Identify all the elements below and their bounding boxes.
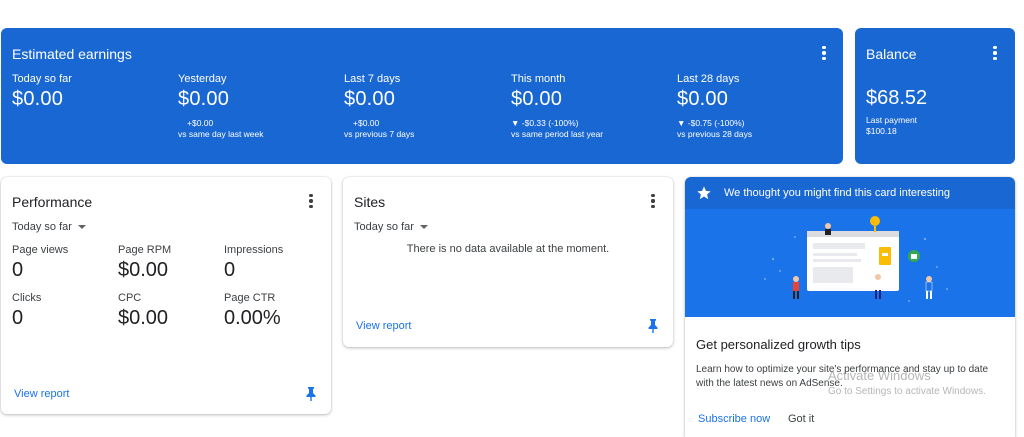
metric-label: Page views — [12, 244, 69, 256]
sites-more-icon[interactable] — [645, 193, 661, 209]
star-icon — [697, 186, 711, 200]
estimated-earnings-card: Estimated earnings Today so far $0.00 Ye… — [1, 28, 843, 164]
metric-compare: vs same period last year — [511, 129, 604, 139]
metric-value: 0 — [12, 259, 24, 281]
perf-metric-cpc: CPC $0.00 — [118, 292, 168, 330]
performance-view-report-link[interactable]: View report — [14, 388, 69, 400]
balance-more-icon[interactable] — [987, 45, 1003, 61]
perf-metric-page-rpm: Page RPM $0.00 — [118, 244, 171, 282]
tips-banner-text: We thought you might find this card inte… — [724, 187, 951, 199]
caret-down-icon — [77, 225, 86, 229]
metric-label: This month — [511, 73, 566, 85]
metric-label: CPC — [118, 292, 142, 304]
metric-change: ▼ -$0.75 (-100%) — [677, 118, 745, 128]
balance-value: $68.52 — [866, 87, 928, 109]
sites-card: Sites Today so far There is no data avai… — [343, 177, 673, 347]
last-payment-value: $100.18 — [866, 126, 897, 136]
range-label: Today so far — [12, 221, 72, 233]
metric-label: Yesterday — [178, 73, 227, 85]
metric-value: $0.00 — [677, 88, 729, 110]
perf-metric-page-ctr: Page CTR 0.00% — [224, 292, 281, 330]
earnings-title: Estimated earnings — [12, 46, 132, 62]
perf-metric-impressions: Impressions 0 — [224, 244, 283, 282]
metric-change: ▼ -$0.33 (-100%) — [511, 118, 579, 128]
metric-label: Clicks — [12, 292, 42, 304]
pin-icon[interactable] — [305, 387, 317, 401]
tips-body: Learn how to optimize your site's perfor… — [696, 364, 989, 389]
balance-title: Balance — [866, 46, 917, 62]
metric-compare: vs previous 28 days — [677, 129, 753, 139]
sites-view-report-link[interactable]: View report — [356, 320, 411, 332]
metric-value: $0.00 — [118, 259, 169, 281]
sites-title: Sites — [354, 194, 386, 210]
last-payment-label: Last payment — [866, 115, 918, 125]
earnings-more-icon[interactable] — [816, 45, 832, 61]
range-label: Today so far — [354, 221, 414, 233]
growth-tips-card: We thought you might find this card inte… — [685, 177, 1015, 437]
balance-card: Balance $68.52 Last payment $100.18 — [855, 28, 1015, 164]
growth-illustration — [685, 209, 1015, 317]
subscribe-now-button[interactable]: Subscribe now — [698, 413, 770, 425]
metric-value: $0.00 — [12, 88, 64, 110]
tips-banner: We thought you might find this card inte… — [685, 177, 1015, 209]
pin-icon[interactable] — [647, 319, 659, 333]
metric-change: +$0.00 — [353, 118, 380, 128]
metric-label: Today so far — [12, 73, 72, 85]
metric-change: +$0.00 — [187, 118, 214, 128]
performance-card: Performance Today so far Page views 0 Pa… — [1, 177, 331, 414]
sites-range-dropdown[interactable]: Today so far — [354, 221, 428, 233]
metric-label: Page RPM — [118, 244, 172, 256]
metric-value: 0 — [12, 307, 24, 329]
earnings-metric-today[interactable]: Today so far $0.00 — [12, 73, 72, 111]
metric-compare: vs previous 7 days — [344, 129, 415, 139]
metric-value: $0.00 — [118, 307, 169, 329]
metric-label: Impressions — [224, 244, 284, 256]
metric-label: Last 28 days — [677, 73, 740, 85]
earnings-metric-last-28-days[interactable]: Last 28 days $0.00 ▼ -$0.75 (-100%) vs p… — [677, 73, 752, 140]
performance-title: Performance — [12, 194, 93, 210]
perf-metric-clicks: Clicks 0 — [12, 292, 41, 330]
got-it-button[interactable]: Got it — [788, 413, 814, 425]
metric-value: 0 — [224, 259, 236, 281]
metric-compare: vs same day last week — [178, 129, 264, 139]
earnings-metric-last-7-days[interactable]: Last 7 days $0.00 +$0.00 vs previous 7 d… — [344, 73, 414, 140]
performance-range-dropdown[interactable]: Today so far — [12, 221, 86, 233]
metric-value: $0.00 — [344, 88, 396, 110]
earnings-metric-this-month[interactable]: This month $0.00 ▼ -$0.33 (-100%) vs sam… — [511, 73, 603, 140]
metric-label: Last 7 days — [344, 73, 401, 85]
caret-down-icon — [419, 225, 428, 229]
metric-value: $0.00 — [178, 88, 230, 110]
perf-metric-page-views: Page views 0 — [12, 244, 68, 282]
metric-value: $0.00 — [511, 88, 563, 110]
performance-more-icon[interactable] — [303, 193, 319, 209]
sites-empty-message: There is no data available at the moment… — [406, 243, 610, 255]
metric-value: 0.00% — [224, 307, 281, 329]
metric-label: Page CTR — [224, 292, 276, 304]
earnings-metric-yesterday[interactable]: Yesterday $0.00 +$0.00 vs same day last … — [178, 73, 264, 140]
tips-title: Get personalized growth tips — [696, 337, 861, 352]
